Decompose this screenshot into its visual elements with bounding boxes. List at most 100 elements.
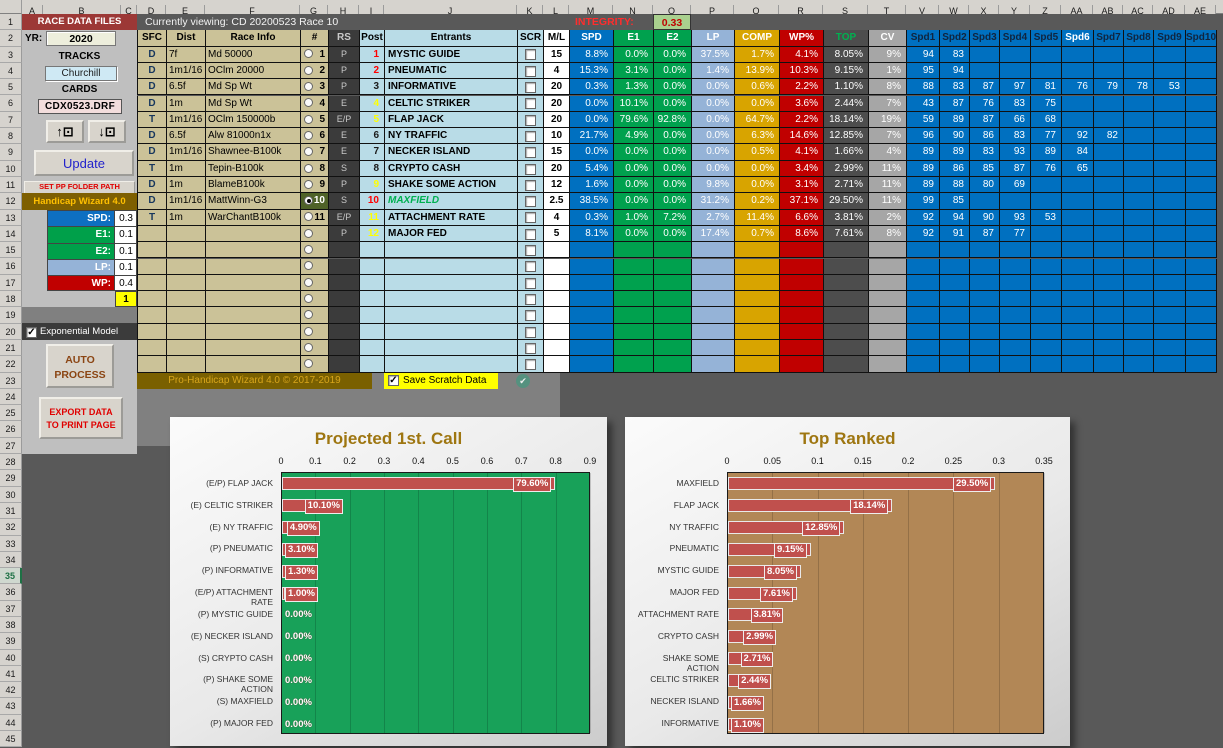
auto-process-button[interactable]: AUTO PROCESS xyxy=(46,344,114,388)
row-header-20[interactable]: 20 xyxy=(0,323,22,340)
row-header-32[interactable]: 32 xyxy=(0,519,22,536)
row-header-37[interactable]: 37 xyxy=(0,600,22,617)
row-header-6[interactable]: 6 xyxy=(0,95,22,112)
race-select-radio[interactable] xyxy=(304,130,313,140)
scratch-checkbox[interactable] xyxy=(525,130,536,142)
row-header-44[interactable]: 44 xyxy=(0,714,22,732)
race-select-radio[interactable] xyxy=(304,49,313,59)
race-select-radio[interactable] xyxy=(304,359,313,369)
race-select-radio[interactable] xyxy=(304,342,313,352)
row-header-5[interactable]: 5 xyxy=(0,79,22,96)
track-input[interactable]: Churchill xyxy=(45,66,117,81)
row-header-22[interactable]: 22 xyxy=(0,356,22,373)
save-scratch-checkbox[interactable]: ✓ xyxy=(388,375,399,387)
scratch-checkbox[interactable] xyxy=(525,82,536,94)
row-header-30[interactable]: 30 xyxy=(0,486,22,503)
race-select-radio[interactable] xyxy=(304,147,313,157)
race-select-radio[interactable] xyxy=(304,326,313,336)
race-select-radio[interactable] xyxy=(304,98,313,108)
row-header-19[interactable]: 19 xyxy=(0,307,22,324)
scratch-checkbox[interactable] xyxy=(525,326,536,338)
race-select-radio[interactable] xyxy=(304,82,313,92)
scratch-checkbox[interactable] xyxy=(525,277,536,289)
race-select-radio[interactable] xyxy=(304,277,313,287)
scratch-checkbox[interactable] xyxy=(525,196,536,208)
scratch-checkbox[interactable] xyxy=(525,163,536,175)
weight-value-input[interactable]: 0.1 xyxy=(115,258,137,276)
row-header-12[interactable]: 12 xyxy=(0,193,22,210)
previous-race-button[interactable]: ↑⊡ xyxy=(46,120,84,143)
row-header-8[interactable]: 8 xyxy=(0,128,22,145)
row-header-16[interactable]: 16 xyxy=(0,258,22,275)
row-header-24[interactable]: 24 xyxy=(0,388,22,406)
scratch-checkbox[interactable] xyxy=(525,245,536,257)
scratch-checkbox[interactable] xyxy=(525,293,536,305)
scratch-checkbox[interactable] xyxy=(525,228,536,240)
row-header-31[interactable]: 31 xyxy=(0,502,22,520)
row-header-23[interactable]: 23 xyxy=(0,372,22,389)
row-header-34[interactable]: 34 xyxy=(0,551,22,569)
scratch-checkbox[interactable] xyxy=(525,49,536,61)
row-header-27[interactable]: 27 xyxy=(0,437,22,455)
row-header-39[interactable]: 39 xyxy=(0,633,22,650)
race-select-radio[interactable] xyxy=(304,310,313,320)
race-select-radio[interactable] xyxy=(304,261,313,271)
race-select-radio[interactable] xyxy=(304,179,313,189)
row-header-13[interactable]: 13 xyxy=(0,209,22,226)
race-select-radio[interactable] xyxy=(304,65,313,75)
row-header-26[interactable]: 26 xyxy=(0,421,22,438)
row-header-14[interactable]: 14 xyxy=(0,225,22,243)
row-header-43[interactable]: 43 xyxy=(0,698,22,715)
scratch-checkbox[interactable] xyxy=(525,147,536,159)
card-input[interactable]: CDX0523.DRF xyxy=(38,99,122,114)
scratch-checkbox[interactable] xyxy=(525,179,536,191)
weight-value-input[interactable]: 0.1 xyxy=(115,242,137,259)
row-header-33[interactable]: 33 xyxy=(0,535,22,552)
select-all-corner[interactable] xyxy=(0,0,22,14)
row-header-29[interactable]: 29 xyxy=(0,470,22,487)
row-header-41[interactable]: 41 xyxy=(0,665,22,683)
row-header-1[interactable]: 1 xyxy=(0,14,22,31)
scratch-checkbox[interactable] xyxy=(525,65,536,77)
row-header-4[interactable]: 4 xyxy=(0,62,22,80)
row-header-7[interactable]: 7 xyxy=(0,111,22,129)
scratch-checkbox[interactable] xyxy=(525,310,536,322)
row-header-17[interactable]: 17 xyxy=(0,274,22,292)
scratch-checkbox[interactable] xyxy=(525,114,536,126)
scratch-checkbox[interactable] xyxy=(525,98,536,110)
race-select-radio[interactable] xyxy=(304,212,313,222)
next-race-button[interactable]: ↓⊡ xyxy=(88,120,126,143)
row-header-36[interactable]: 36 xyxy=(0,584,22,601)
exponential-model-checkbox[interactable]: ✓ xyxy=(26,326,37,338)
race-select-radio[interactable] xyxy=(304,245,313,255)
race-select-radio[interactable] xyxy=(304,163,313,173)
scratch-checkbox[interactable] xyxy=(525,342,536,354)
exponential-model-toggle[interactable]: ✓ Exponential Model xyxy=(22,323,137,340)
row-header-40[interactable]: 40 xyxy=(0,649,22,666)
scratch-checkbox[interactable] xyxy=(525,212,536,224)
weight-value-input[interactable]: 0.4 xyxy=(115,275,137,292)
row-header-10[interactable]: 10 xyxy=(0,160,22,177)
row-header-38[interactable]: 38 xyxy=(0,616,22,634)
weight-value-input[interactable]: 0.1 xyxy=(115,226,137,243)
row-header-3[interactable]: 3 xyxy=(0,46,22,63)
scratch-checkbox[interactable] xyxy=(525,359,536,371)
row-header-21[interactable]: 21 xyxy=(0,339,22,357)
row-header-28[interactable]: 28 xyxy=(0,454,22,471)
row-header-25[interactable]: 25 xyxy=(0,405,22,422)
race-select-radio[interactable] xyxy=(304,293,313,303)
row-header-42[interactable]: 42 xyxy=(0,682,22,699)
weight-value-input[interactable]: 0.3 xyxy=(115,210,137,227)
row-header-9[interactable]: 9 xyxy=(0,144,22,161)
race-select-radio[interactable] xyxy=(304,196,313,206)
row-header-18[interactable]: 18 xyxy=(0,291,22,308)
year-input[interactable]: 2020 xyxy=(46,31,116,46)
save-scratch-toggle[interactable]: ✓ Save Scratch Data xyxy=(384,372,498,389)
export-data-button[interactable]: EXPORT DATA TO PRINT PAGE xyxy=(39,397,123,439)
update-button[interactable]: Update xyxy=(34,150,134,176)
row-header-45[interactable]: 45 xyxy=(0,731,22,748)
row-header-15[interactable]: 15 xyxy=(0,242,22,259)
row-header-11[interactable]: 11 xyxy=(0,176,22,194)
race-select-radio[interactable] xyxy=(304,228,313,238)
race-select-radio[interactable] xyxy=(304,114,313,124)
